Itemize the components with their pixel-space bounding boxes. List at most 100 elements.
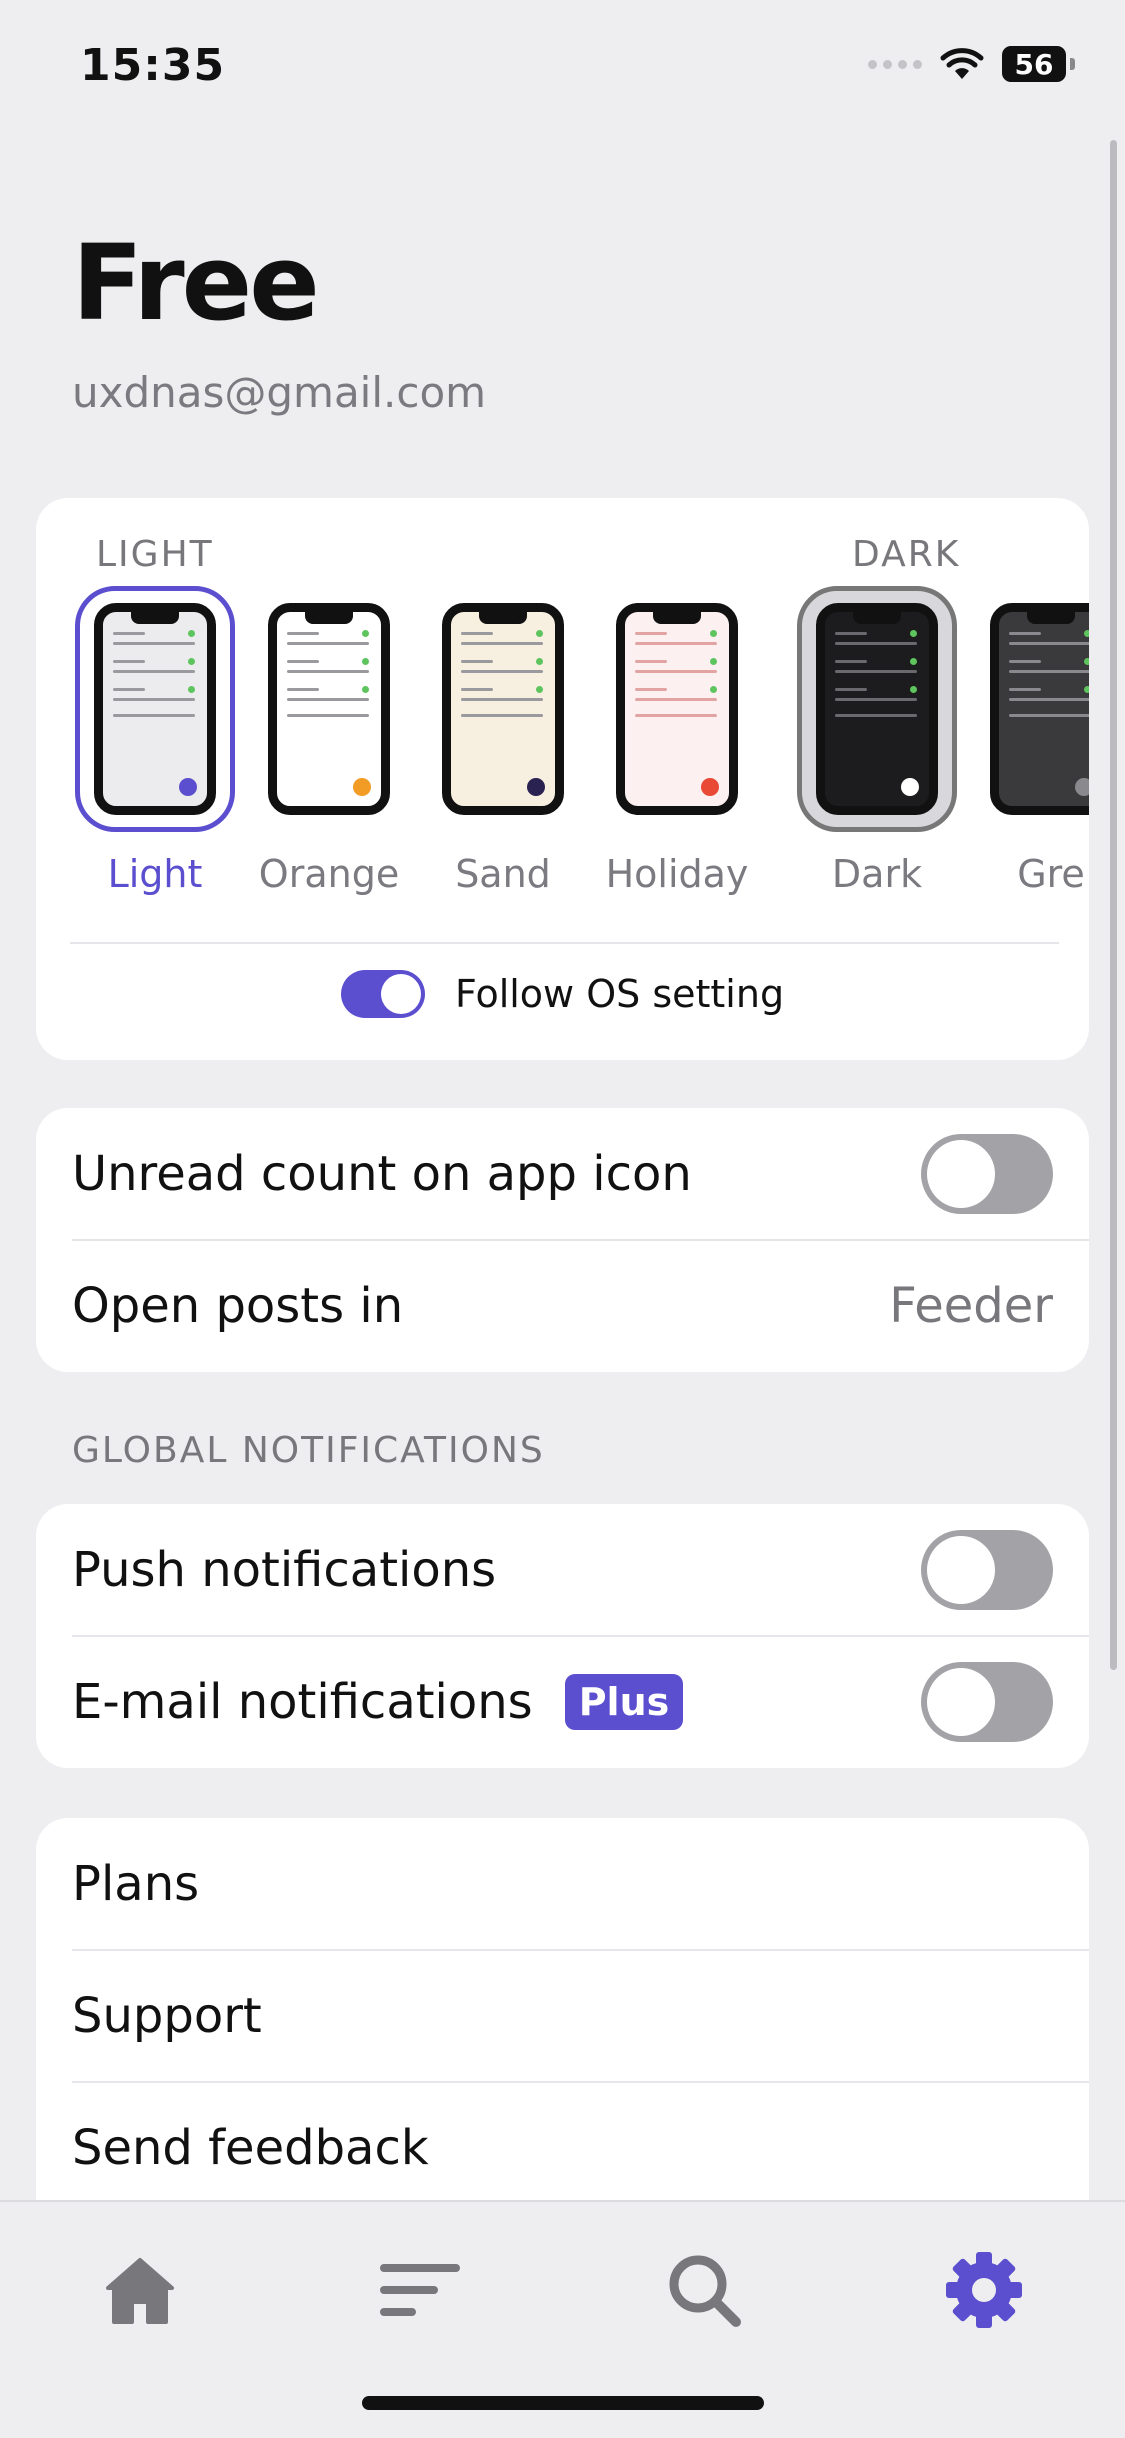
preview-line <box>461 698 543 701</box>
send-feedback-label: Send feedback <box>72 2120 429 2176</box>
preview-line <box>113 642 195 645</box>
open-posts-row[interactable]: Open posts in Feeder <box>72 1240 1089 1372</box>
theme-frame <box>423 586 583 832</box>
preview-line <box>1009 670 1089 673</box>
preview-line <box>113 714 195 717</box>
preview-line <box>835 714 917 717</box>
follow-os-row[interactable]: Follow OS setting <box>36 970 1089 1018</box>
theme-option-light[interactable]: Light <box>70 586 240 896</box>
links-card: Plans Support Send feedback <box>36 1818 1089 2238</box>
preview-unread-dot <box>710 686 717 693</box>
preview-line <box>835 660 867 663</box>
phone-notch <box>479 612 527 624</box>
user-email: uxdnas@gmail.com <box>72 368 487 417</box>
support-row[interactable]: Support <box>72 1950 1089 2082</box>
notifications-card: Push notifications E-mail notifications … <box>36 1504 1089 1768</box>
preview-line <box>287 688 319 691</box>
phone-notch <box>131 612 179 624</box>
plans-row[interactable]: Plans <box>72 1818 1089 1950</box>
preview-line <box>113 670 195 673</box>
preview-unread-dot <box>1084 686 1089 693</box>
theme-frame <box>971 586 1089 832</box>
preview-line <box>635 688 667 691</box>
preview-line <box>287 632 319 635</box>
theme-frame <box>797 586 957 832</box>
preview-line <box>113 660 145 663</box>
theme-option-gre[interactable]: Gre <box>966 586 1089 896</box>
theme-option-dark[interactable]: Dark <box>792 586 962 896</box>
preview-line <box>461 714 543 717</box>
preview-unread-dot <box>910 630 917 637</box>
preview-unread-dot <box>362 686 369 693</box>
theme-preview <box>616 603 738 815</box>
email-notifications-toggle[interactable] <box>921 1662 1053 1742</box>
toggle-knob <box>927 1140 995 1208</box>
preview-unread-dot <box>910 658 917 665</box>
push-notifications-row[interactable]: Push notifications <box>72 1504 1089 1636</box>
theme-accent-dot <box>1075 778 1089 796</box>
preview-unread-dot <box>536 686 543 693</box>
email-notifications-row[interactable]: E-mail notifications Plus <box>72 1636 1089 1768</box>
theme-accent-dot <box>527 778 545 796</box>
light-section-label: LIGHT <box>96 534 214 575</box>
theme-preview <box>268 603 390 815</box>
preview-line <box>635 632 667 635</box>
theme-frame <box>249 586 409 832</box>
preview-unread-dot <box>536 630 543 637</box>
phone-notch <box>853 612 901 624</box>
cellular-signal-icon <box>868 59 922 69</box>
home-icon <box>106 2258 174 2324</box>
tab-home[interactable] <box>90 2240 190 2340</box>
preview-line <box>835 670 917 673</box>
tab-settings[interactable] <box>934 2240 1034 2340</box>
support-label: Support <box>72 1988 262 2044</box>
theme-option-holiday[interactable]: Holiday <box>592 586 762 896</box>
theme-preview <box>442 603 564 815</box>
preview-line <box>287 642 369 645</box>
preview-line <box>1009 688 1041 691</box>
phone-notch <box>653 612 701 624</box>
preview-line <box>461 688 493 691</box>
theme-preview <box>816 603 938 815</box>
follow-os-label: Follow OS setting <box>454 972 785 1016</box>
theme-option-orange[interactable]: Orange <box>244 586 414 896</box>
preview-line <box>1009 660 1041 663</box>
preview-line <box>461 660 493 663</box>
push-notifications-label: Push notifications <box>72 1542 497 1598</box>
preview-line <box>835 632 867 635</box>
scroll-indicator[interactable] <box>1110 140 1117 1670</box>
preview-unread-dot <box>1084 658 1089 665</box>
preview-unread-dot <box>188 686 195 693</box>
theme-preview <box>94 603 216 815</box>
preview-line <box>635 670 717 673</box>
wifi-icon <box>940 48 984 79</box>
send-feedback-row[interactable]: Send feedback <box>72 2082 1089 2214</box>
preview-line <box>1009 642 1089 645</box>
toggle-knob <box>380 974 421 1014</box>
theme-divider <box>70 942 1059 944</box>
unread-count-row[interactable]: Unread count on app icon <box>72 1108 1089 1240</box>
preview-line <box>1009 698 1089 701</box>
preview-line <box>287 714 369 717</box>
list-icon <box>380 2264 460 2316</box>
notifications-header: GLOBAL NOTIFICATIONS <box>72 1430 545 1471</box>
push-notifications-toggle[interactable] <box>921 1530 1053 1610</box>
tab-search[interactable] <box>654 2240 754 2340</box>
preview-unread-dot <box>710 630 717 637</box>
tab-feed[interactable] <box>370 2240 470 2340</box>
preview-line <box>287 660 319 663</box>
status-icons: 56 <box>868 46 1075 82</box>
theme-preview <box>990 603 1089 815</box>
phone-notch <box>1027 612 1075 624</box>
theme-option-sand[interactable]: Sand <box>418 586 588 896</box>
plan-title: Free <box>72 222 320 344</box>
theme-name: Light <box>107 852 203 896</box>
preview-line <box>461 670 543 673</box>
follow-os-toggle[interactable] <box>340 970 425 1018</box>
home-indicator[interactable] <box>362 2396 764 2410</box>
preview-line <box>635 660 667 663</box>
preview-line <box>635 642 717 645</box>
unread-count-toggle[interactable] <box>921 1134 1053 1214</box>
status-time: 15:35 <box>80 40 226 91</box>
theme-name: Orange <box>258 852 400 896</box>
